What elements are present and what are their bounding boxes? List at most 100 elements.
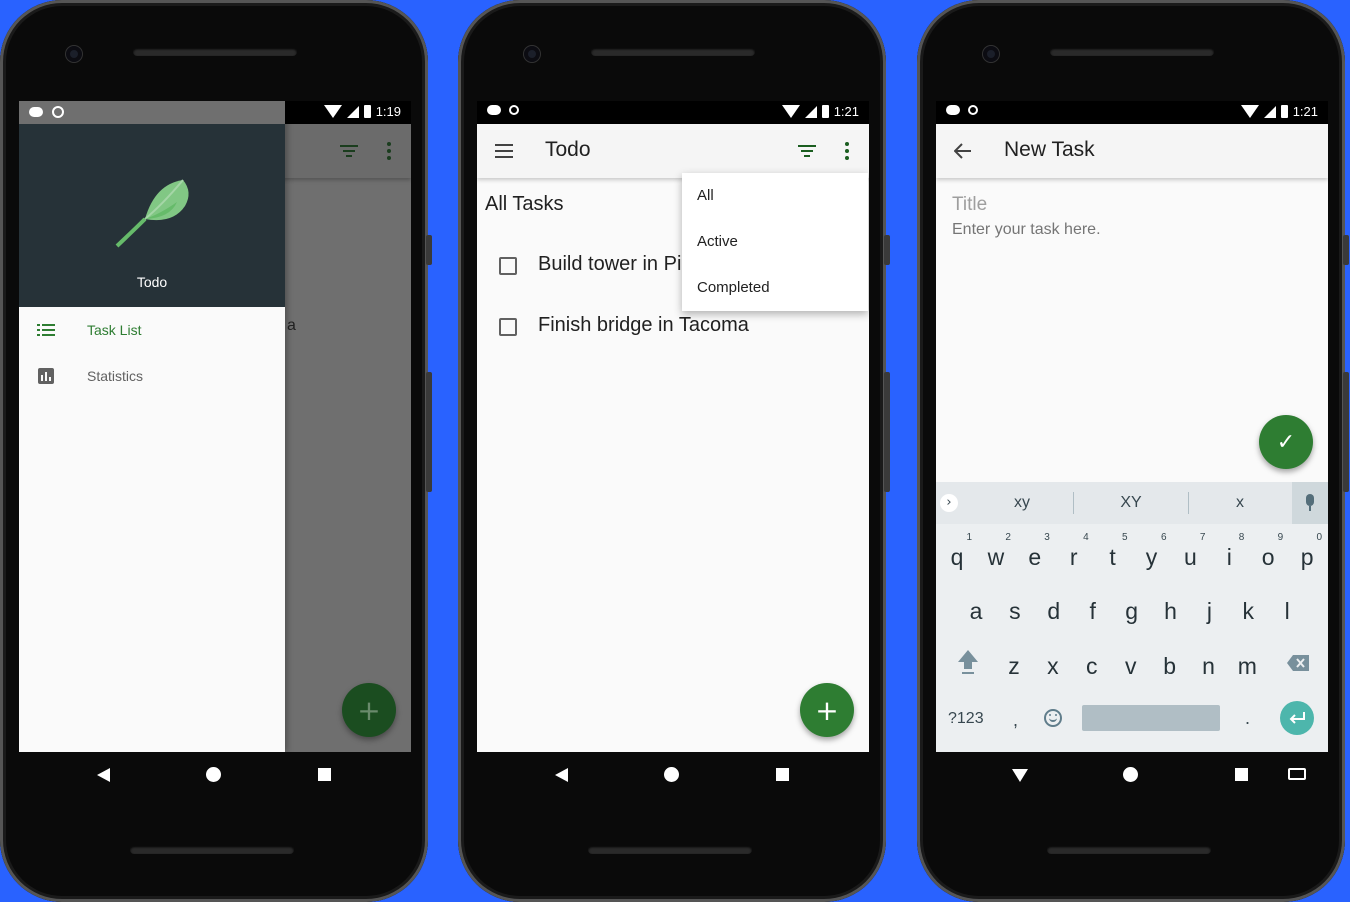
suggestion-1[interactable]: xy: [982, 494, 1062, 512]
key-h[interactable]: h: [1152, 588, 1190, 638]
sync-icon: [968, 105, 978, 115]
backspace-key[interactable]: [1286, 654, 1310, 672]
recents-icon[interactable]: [776, 768, 789, 781]
screen: 1:21 New Task Title ✓ › xy XY x: [936, 101, 1328, 752]
bottom-speaker: [588, 846, 752, 854]
suggestion-2[interactable]: XY: [1091, 494, 1171, 512]
task-checkbox[interactable]: [499, 257, 517, 275]
add-task-fab[interactable]: +: [800, 683, 854, 737]
chevron-right-icon[interactable]: ›: [940, 494, 958, 512]
recents-icon[interactable]: [318, 768, 331, 781]
key-t[interactable]: 5t: [1094, 532, 1132, 584]
status-time: 1:21: [833, 104, 859, 119]
add-task-fab[interactable]: +: [342, 683, 396, 737]
drawer-item-label: Task List: [87, 322, 142, 338]
filter-option-completed[interactable]: Completed: [697, 279, 770, 296]
earpiece-speaker: [1050, 48, 1214, 56]
key-q[interactable]: 1q: [938, 532, 976, 584]
key-label: n: [1202, 653, 1215, 679]
filter-icon: [798, 144, 816, 158]
symbols-key[interactable]: ?123: [948, 710, 984, 728]
key-label: w: [987, 544, 1005, 570]
key-j[interactable]: j: [1190, 588, 1228, 638]
period-key[interactable]: .: [1245, 708, 1250, 729]
screen: 1:19 a + Todo Task List Statistics: [19, 101, 411, 752]
back-icon[interactable]: [97, 768, 110, 782]
filter-button[interactable]: [333, 138, 365, 164]
filter-button[interactable]: [791, 138, 823, 164]
home-icon[interactable]: [206, 767, 221, 782]
key-y[interactable]: 6y: [1133, 532, 1171, 584]
key-i[interactable]: 8i: [1210, 532, 1248, 584]
key-s[interactable]: s: [996, 588, 1034, 638]
key-x[interactable]: x: [1034, 643, 1072, 693]
key-label: p: [1300, 544, 1314, 570]
hide-keyboard-icon[interactable]: [1012, 769, 1028, 782]
voice-input-button[interactable]: [1292, 482, 1328, 524]
key-o[interactable]: 9o: [1249, 532, 1287, 584]
back-button[interactable]: [948, 136, 978, 166]
comma-key[interactable]: ,: [1013, 710, 1018, 731]
side-button: [426, 372, 432, 492]
system-nav-bar: [19, 752, 411, 798]
key-g[interactable]: g: [1113, 588, 1151, 638]
section-title: All Tasks: [485, 193, 564, 215]
emoji-key[interactable]: [1044, 709, 1062, 727]
filter-option-active[interactable]: Active: [697, 233, 738, 250]
sync-icon: [52, 106, 64, 118]
front-camera: [524, 46, 540, 62]
drawer-item-task-list[interactable]: Task List: [19, 307, 285, 353]
filter-icon: [340, 144, 358, 158]
key-u[interactable]: 7u: [1171, 532, 1209, 584]
status-time: 1:19: [375, 104, 401, 119]
space-key[interactable]: [1082, 705, 1220, 731]
overflow-menu-button[interactable]: [379, 136, 399, 166]
key-k[interactable]: k: [1229, 588, 1267, 638]
save-task-fab[interactable]: ✓: [1259, 415, 1313, 469]
more-vert-icon: [845, 142, 849, 160]
key-label: r: [1069, 544, 1078, 570]
key-label: c: [1086, 653, 1098, 679]
key-z[interactable]: z: [995, 643, 1033, 693]
back-icon[interactable]: [555, 768, 568, 782]
key-m[interactable]: m: [1228, 643, 1266, 693]
key-p[interactable]: 0p: [1288, 532, 1326, 584]
signal-icon: [1263, 105, 1276, 118]
key-d[interactable]: d: [1035, 588, 1073, 638]
key-label: y: [1145, 544, 1158, 570]
key-e[interactable]: 3e: [1016, 532, 1054, 584]
recents-icon[interactable]: [1235, 768, 1248, 781]
key-w[interactable]: 2w: [977, 532, 1015, 584]
key-l[interactable]: l: [1268, 588, 1306, 638]
battery-icon: [821, 105, 829, 118]
shift-key[interactable]: [956, 648, 978, 678]
key-r[interactable]: 4r: [1055, 532, 1093, 584]
keyboard-switch-icon[interactable]: [1288, 768, 1306, 780]
drawer-item-statistics[interactable]: Statistics: [19, 353, 285, 399]
key-a[interactable]: a: [957, 588, 995, 638]
key-label: l: [1284, 598, 1290, 624]
app-toolbar: Todo: [477, 124, 869, 178]
key-hint: 0: [1316, 532, 1323, 543]
shift-icon: [958, 650, 978, 674]
home-icon[interactable]: [664, 767, 679, 782]
side-button: [1343, 235, 1349, 265]
overflow-menu-button[interactable]: [837, 136, 857, 166]
home-icon[interactable]: [1123, 767, 1138, 782]
task-title-input[interactable]: [952, 221, 1252, 239]
key-n[interactable]: n: [1190, 643, 1228, 693]
enter-key[interactable]: [1280, 701, 1314, 735]
bar-chart-icon: [37, 367, 55, 385]
key-label: q: [950, 544, 964, 570]
key-b[interactable]: b: [1151, 643, 1189, 693]
suggestion-3[interactable]: x: [1200, 494, 1280, 512]
key-label: u: [1183, 544, 1197, 570]
task-checkbox[interactable]: [499, 318, 517, 336]
menu-button[interactable]: [489, 136, 519, 166]
task-title: Build tower in Pi: [538, 253, 682, 275]
key-v[interactable]: v: [1112, 643, 1150, 693]
key-c[interactable]: c: [1073, 643, 1111, 693]
divider: [1188, 492, 1189, 514]
key-f[interactable]: f: [1074, 588, 1112, 638]
filter-option-all[interactable]: All: [697, 187, 714, 204]
